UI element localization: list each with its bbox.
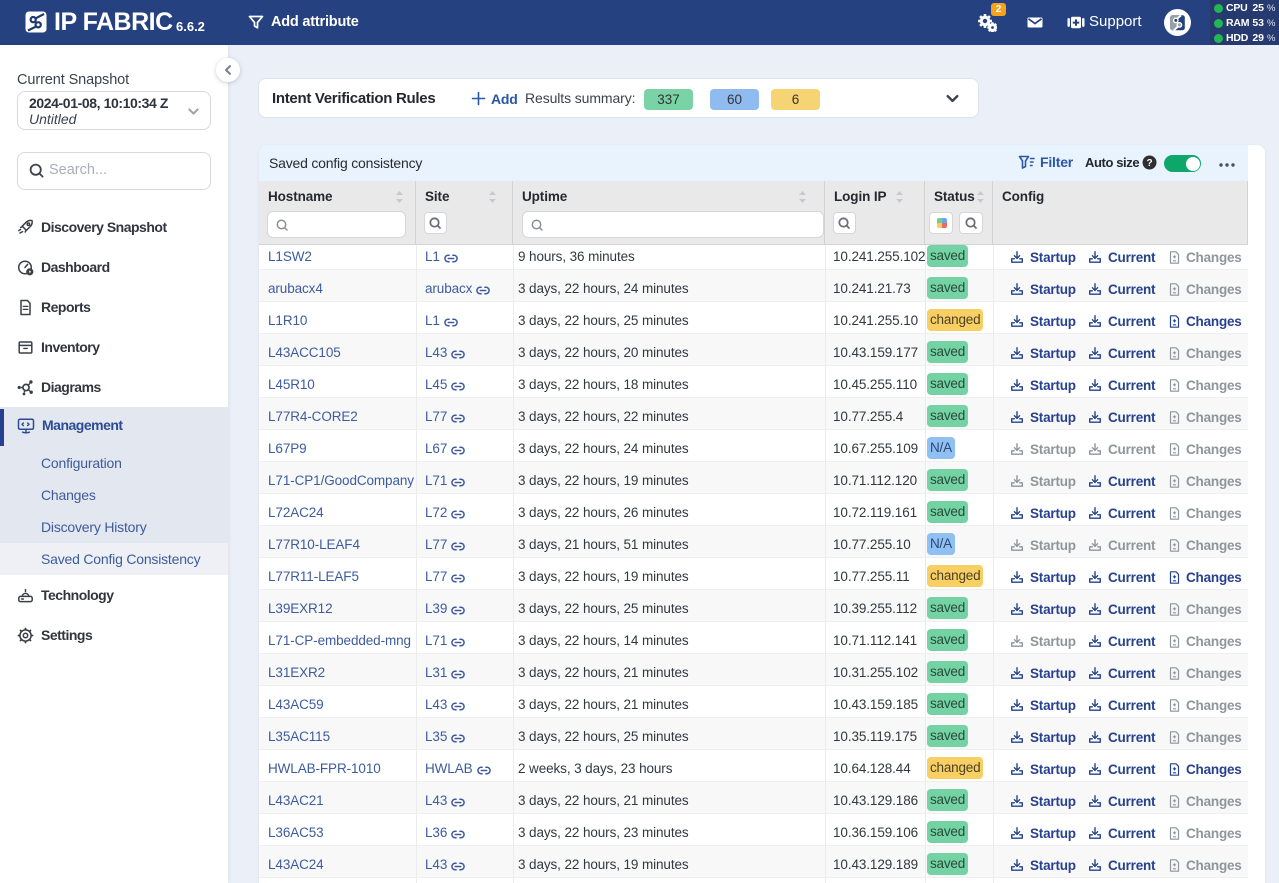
svg-text:?: ?: [1146, 158, 1152, 169]
